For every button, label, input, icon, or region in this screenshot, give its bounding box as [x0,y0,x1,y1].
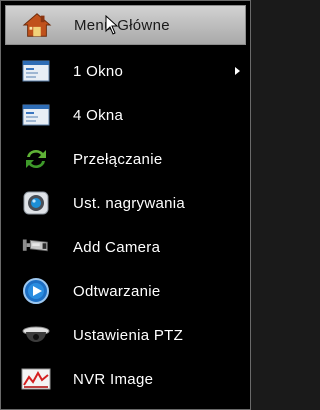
menu-item-add-camera[interactable]: Add Camera [5,227,246,267]
menu-item-four-windows[interactable]: 4 Okna [5,95,246,135]
single-window-icon [21,58,51,84]
menu-item-ptz-settings[interactable]: Ustawienia PTZ [5,315,246,355]
menu-item-label: Przełączanie [73,150,163,168]
submenu-arrow-icon [235,67,240,75]
playback-icon [21,278,51,304]
menu-item-main-menu[interactable]: Menu Główne [5,5,246,45]
record-settings-icon [21,190,51,216]
menu-item-one-window[interactable]: 1 Okno [5,51,246,91]
menu-item-label: Menu Główne [74,16,170,34]
menu-item-label: Odtwarzanie [73,282,161,300]
menu-item-switching[interactable]: Przełączanie [5,139,246,179]
menu-item-label: 1 Okno [73,62,124,80]
menu-item-label: NVR Image [73,370,154,388]
camera-icon [21,234,51,260]
quad-window-icon [21,102,51,128]
menu-item-label: 4 Okna [73,106,124,124]
menu-item-playback[interactable]: Odtwarzanie [5,271,246,311]
menu-item-label: Ust. nagrywania [73,194,186,212]
nvr-image-icon [21,366,51,392]
menu-item-label: Ustawienia PTZ [73,326,184,344]
home-icon [22,12,52,38]
ptz-dome-icon [21,322,51,348]
menu-item-nvr-image[interactable]: NVR Image [5,359,246,399]
mouse-pointer-icon [105,14,119,40]
context-menu: Menu Główne 1 Okno 4 Okna Przełączanie U… [0,0,251,410]
menu-item-recording-settings[interactable]: Ust. nagrywania [5,183,246,223]
switch-arrows-icon [21,146,51,172]
menu-item-label: Add Camera [73,238,161,256]
